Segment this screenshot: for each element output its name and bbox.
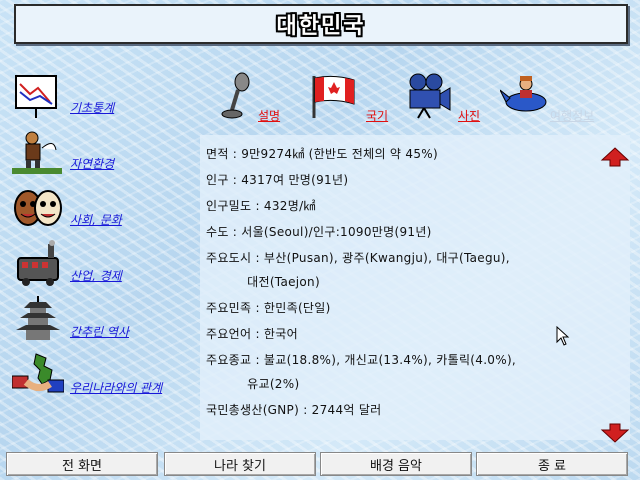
info-capital: 수도 : 서울(Seoul)/인구:1090만명(91년): [206, 225, 432, 239]
bottom-toolbar: 전 화면 나라 찾기 배경 음악 종 료: [4, 452, 636, 476]
info-ethnicity: 주요민족 : 한민족(단일): [206, 301, 331, 315]
scroll-down-arrow-icon[interactable]: [600, 420, 630, 444]
camera-icon: [409, 73, 451, 119]
nav-item-relations[interactable]: 우리나라와의 관계: [8, 352, 198, 402]
nav-label-history: 간추린 역사: [70, 325, 130, 339]
menu-label-flag: 국기: [366, 109, 389, 123]
chart-icon: [15, 75, 57, 118]
nav-label-basic-stats: 기초통계: [70, 101, 115, 115]
pagoda-icon: [16, 296, 60, 340]
quit-button[interactable]: 종 료: [476, 452, 628, 476]
info-major-cities-cont: 대전(Taejon): [206, 275, 320, 289]
mouse-cursor-icon: [556, 326, 570, 346]
nav-label-industry-economy: 산업, 경제: [70, 269, 122, 283]
nav-item-industry-economy[interactable]: 산업, 경제: [8, 240, 198, 290]
left-nav: 기초통계 자연환경 사회, 문화 산업, 경제 간추린 역사 우리나라와의 관계: [8, 72, 198, 402]
window-title: 대한민국: [276, 14, 366, 39]
info-population: 인구 : 4317여 만명(91년): [206, 173, 349, 187]
info-religion-cont: 유교(2%): [206, 377, 300, 391]
masks-icon: [14, 190, 62, 226]
factory-icon: [17, 240, 59, 286]
airplane-icon: [500, 76, 547, 112]
nav-label-society-culture: 사회, 문화: [70, 213, 122, 227]
menu-travel-info[interactable]: 여행정보: [500, 72, 620, 128]
home-button[interactable]: 전 화면: [6, 452, 158, 476]
menu-description[interactable]: 설명: [214, 72, 304, 128]
nav-item-society-culture[interactable]: 사회, 문화: [8, 184, 198, 234]
menu-flag[interactable]: 국기: [310, 72, 400, 128]
nav-label-relations: 우리나라와의 관계: [70, 381, 163, 395]
info-religion: 주요종교 : 불교(18.8%), 개신교(13.4%), 카톨릭(4.0%),: [206, 353, 517, 367]
microphone-icon: [221, 72, 250, 119]
info-panel: 면적 : 9만9274㎢ (한반도 전체의 약 45%) 인구 : 4317여 …: [200, 135, 630, 440]
scroll-up-arrow-icon[interactable]: [600, 146, 630, 170]
nav-item-history[interactable]: 간추린 역사: [8, 296, 198, 346]
find-country-button[interactable]: 나라 찾기: [164, 452, 316, 476]
menu-photos[interactable]: 사진: [404, 72, 494, 128]
nav-item-nature[interactable]: 자연환경: [8, 128, 198, 178]
info-area: 면적 : 9만9274㎢ (한반도 전체의 약 45%): [206, 147, 438, 161]
menu-label-travel-info: 여행정보: [550, 109, 595, 123]
nav-label-nature: 자연환경: [70, 157, 115, 171]
handshake-icon: [12, 353, 64, 393]
nav-item-basic-stats[interactable]: 기초통계: [8, 72, 198, 122]
background-music-button[interactable]: 배경 음악: [320, 452, 472, 476]
hiker-icon: [12, 131, 62, 174]
info-major-cities: 주요도시 : 부산(Pusan), 광주(Kwangju), 대구(Taegu)…: [206, 251, 510, 265]
top-menu: 설명 국기 사진 여행정보: [214, 72, 634, 132]
menu-label-description: 설명: [258, 109, 281, 123]
menu-label-photos: 사진: [458, 109, 481, 123]
info-density: 인구밀도 : 432명/㎢: [206, 199, 316, 213]
info-gnp: 국민총생산(GNP) : 2744억 달러: [206, 403, 382, 417]
info-language: 주요언어 : 한국어: [206, 327, 298, 341]
flag-icon: [312, 75, 355, 118]
title-bar: 대한민국: [14, 4, 628, 44]
